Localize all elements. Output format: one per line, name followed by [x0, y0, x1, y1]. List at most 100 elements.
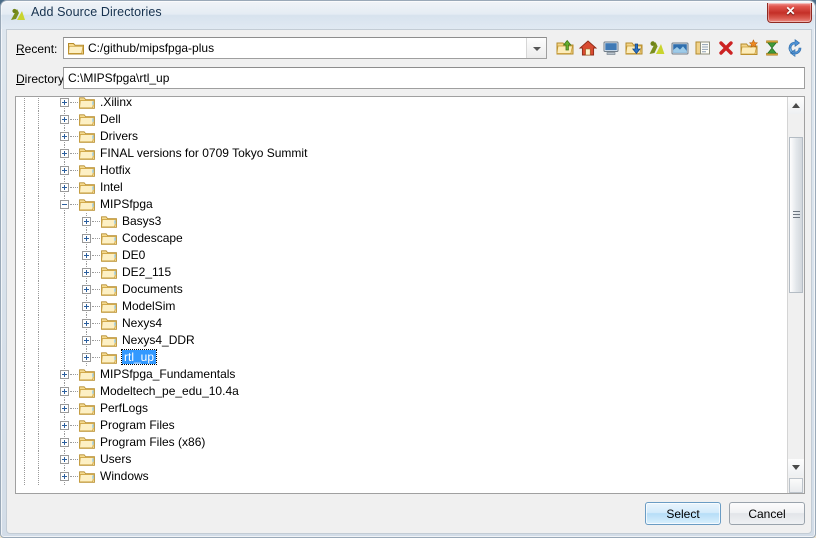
- tree-row[interactable]: ModelSim: [16, 298, 789, 315]
- folder-icon: [101, 334, 117, 347]
- tree-expand-icon[interactable]: [60, 438, 69, 447]
- folder-icon: [79, 198, 95, 211]
- tree-row[interactable]: Windows: [16, 468, 789, 485]
- tree-row[interactable]: DE0: [16, 247, 789, 264]
- tree-expand-icon[interactable]: [60, 387, 69, 396]
- tree-row[interactable]: Codescape: [16, 230, 789, 247]
- delete-icon[interactable]: [716, 38, 736, 58]
- folder-icon: [79, 453, 95, 466]
- tree-expand-icon[interactable]: [60, 370, 69, 379]
- tree-row[interactable]: PerfLogs: [16, 400, 789, 417]
- tree-connector-line: [24, 128, 25, 145]
- tree-row[interactable]: Drivers: [16, 128, 789, 145]
- tree-row[interactable]: .Xilinx: [16, 97, 789, 111]
- tree-row[interactable]: Nexys4_DDR: [16, 332, 789, 349]
- tree-expand-icon[interactable]: [82, 319, 91, 328]
- tree-expand-icon[interactable]: [82, 353, 91, 362]
- refresh-icon[interactable]: [785, 38, 805, 58]
- close-button[interactable]: ✕: [767, 3, 812, 23]
- tree-row[interactable]: Basys3: [16, 213, 789, 230]
- documents-icon[interactable]: [693, 38, 713, 58]
- tree-expand-icon[interactable]: [60, 115, 69, 124]
- select-button[interactable]: Select: [645, 502, 721, 525]
- home-directory-icon[interactable]: [578, 38, 598, 58]
- tree-row[interactable]: Program Files (x86): [16, 434, 789, 451]
- scrollbar-thumb[interactable]: [789, 137, 803, 293]
- tree-expand-icon[interactable]: [60, 183, 69, 192]
- collapse-all-icon[interactable]: [762, 38, 782, 58]
- parent-directory-icon[interactable]: [555, 38, 575, 58]
- tree-connector-line: [38, 315, 39, 332]
- recent-combobox[interactable]: C:/github/mipsfpga-plus: [63, 37, 547, 59]
- tree-collapse-icon[interactable]: [60, 200, 69, 209]
- tree-connector-line: [92, 255, 100, 256]
- tree-expand-icon[interactable]: [82, 217, 91, 226]
- tree-row[interactable]: DE2_115: [16, 264, 789, 281]
- scrollbar-corner: [789, 478, 803, 493]
- tree-expand-icon[interactable]: [60, 98, 69, 107]
- tree-row-label: Dell: [100, 112, 121, 126]
- tree-row[interactable]: Hotfix: [16, 162, 789, 179]
- tree-connector-line: [92, 272, 100, 273]
- tree-expand-icon[interactable]: [60, 149, 69, 158]
- tree-connector-line: [38, 383, 39, 400]
- tree-row[interactable]: Intel: [16, 179, 789, 196]
- tree-expand-icon[interactable]: [60, 421, 69, 430]
- tree-vertical-scrollbar[interactable]: [787, 97, 804, 493]
- tree-connector-line: [92, 221, 100, 222]
- new-folder-icon[interactable]: [739, 38, 759, 58]
- tree-expand-icon[interactable]: [82, 251, 91, 260]
- tree-connector-line: [24, 332, 25, 349]
- my-computer-icon[interactable]: [601, 38, 621, 58]
- folder-icon: [101, 283, 117, 296]
- tree-row[interactable]: Documents: [16, 281, 789, 298]
- tree-connector-line: [70, 187, 78, 188]
- recent-dropdown-button[interactable]: [526, 38, 546, 58]
- folder-icon: [79, 113, 95, 126]
- tree-row[interactable]: Nexys4: [16, 315, 789, 332]
- folder-icon: [79, 130, 95, 143]
- tree-row[interactable]: FINAL versions for 0709 Tokyo Summit: [16, 145, 789, 162]
- directory-input[interactable]: C:\MIPSfpga\rtl_up: [63, 67, 805, 89]
- tree-row-label: Nexys4: [122, 316, 163, 330]
- tree-expand-icon[interactable]: [60, 132, 69, 141]
- tree-expand-icon[interactable]: [82, 268, 91, 277]
- tree-expand-icon[interactable]: [82, 302, 91, 311]
- download-folder-icon[interactable]: [624, 38, 644, 58]
- folder-icon: [101, 317, 117, 330]
- folder-icon: [79, 419, 95, 432]
- tree-expand-icon[interactable]: [60, 404, 69, 413]
- tree-connector-line: [38, 468, 39, 485]
- scroll-down-button[interactable]: [788, 459, 804, 476]
- tree-connector-line: [38, 298, 39, 315]
- tree-expand-icon[interactable]: [60, 455, 69, 464]
- folder-icon: [79, 97, 95, 109]
- folder-icon: [101, 249, 117, 262]
- directory-value: C:\MIPSfpga\rtl_up: [68, 71, 170, 85]
- tree-connector-line: [64, 332, 65, 349]
- tree-row-label: PerfLogs: [100, 401, 149, 415]
- tree-row[interactable]: MIPSfpga: [16, 196, 789, 213]
- tree-expand-icon[interactable]: [82, 336, 91, 345]
- tree-row[interactable]: MIPSfpga_Fundamentals: [16, 366, 789, 383]
- tree-row-selected[interactable]: rtl_up: [16, 349, 789, 366]
- close-icon: ✕: [785, 4, 796, 18]
- tree-expand-icon[interactable]: [82, 234, 91, 243]
- tree-row[interactable]: Program Files: [16, 417, 789, 434]
- recent-label-rest: ecent:: [24, 42, 58, 56]
- tree-expand-icon[interactable]: [60, 166, 69, 175]
- scroll-up-button[interactable]: [788, 97, 804, 114]
- vivado-project-icon[interactable]: [647, 38, 667, 58]
- tree-row[interactable]: Users: [16, 451, 789, 468]
- tree-row[interactable]: Modeltech_pe_edu_10.4a: [16, 383, 789, 400]
- tree-expand-icon[interactable]: [60, 472, 69, 481]
- tree-expand-icon[interactable]: [82, 285, 91, 294]
- tree-row-label: FINAL versions for 0709 Tokyo Summit: [100, 146, 308, 160]
- tree-connector-line: [38, 162, 39, 179]
- tree-connector-line: [38, 196, 39, 213]
- directory-tree-panel: .Xilinx Dell Drivers FINAL versions for 070…: [15, 96, 805, 494]
- directory-tree[interactable]: .Xilinx Dell Drivers FINAL versions for 070…: [16, 97, 789, 493]
- desktop-icon[interactable]: [670, 38, 690, 58]
- tree-row[interactable]: Dell: [16, 111, 789, 128]
- cancel-button[interactable]: Cancel: [729, 502, 805, 525]
